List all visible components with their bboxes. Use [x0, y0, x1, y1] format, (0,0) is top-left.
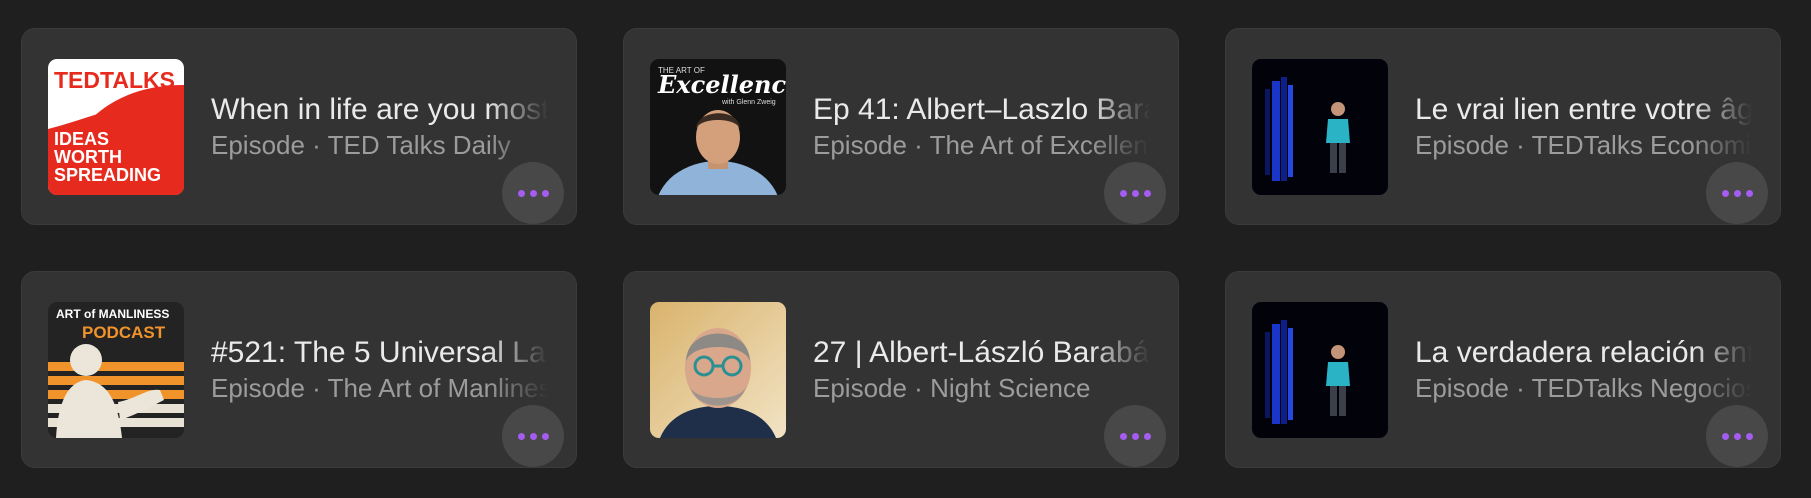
speaker-on-stage-artwork — [1252, 59, 1388, 195]
ellipsis-icon — [1119, 189, 1151, 197]
ellipsis-icon — [1721, 189, 1753, 197]
ellipsis-icon — [1119, 432, 1151, 440]
ellipsis-icon — [517, 432, 549, 440]
episode-title: 27 | Albert-László Barabási — [813, 336, 1150, 369]
episode-text: #521: The 5 Universal Laws of Success Ep… — [211, 335, 548, 405]
episode-card[interactable]: Le vrai lien entre votre âge et votre su… — [1225, 28, 1781, 225]
episode-subtitle: Episode · The Art of Excellence — [813, 130, 1150, 160]
episode-text: Le vrai lien entre votre âge et votre su… — [1415, 92, 1752, 162]
svg-text:PODCAST: PODCAST — [82, 323, 166, 342]
more-options-button[interactable] — [502, 405, 564, 467]
episode-card[interactable]: THE ART OF Excellence with Glenn Zweig E… — [623, 28, 1179, 225]
episode-title: La verdadera relación entre la edad y el… — [1415, 336, 1752, 369]
episode-title: When in life are you most productive? — [211, 93, 548, 126]
episode-title: #521: The 5 Universal Laws of Success — [211, 336, 548, 369]
episode-text: When in life are you most productive? Ep… — [211, 92, 548, 162]
more-options-button[interactable] — [1706, 405, 1768, 467]
ellipsis-icon — [1721, 432, 1753, 440]
svg-text:SPREADING: SPREADING — [54, 165, 161, 185]
episode-subtitle: Episode · The Art of Manliness — [211, 373, 548, 403]
episode-card[interactable]: 27 | Albert-László Barabási Episode · Ni… — [623, 271, 1179, 468]
more-options-button[interactable] — [502, 162, 564, 224]
episode-title: Le vrai lien entre votre âge et votre su… — [1415, 93, 1752, 126]
brand-text: TEDTALKS — [54, 67, 175, 93]
ted-talks-artwork: TEDTALKS IDEAS WORTH SPREADING — [48, 59, 184, 195]
speaker-on-stage-artwork — [1252, 302, 1388, 438]
svg-text:with Glenn Zweig: with Glenn Zweig — [721, 99, 776, 106]
portrait-artwork — [650, 302, 786, 438]
more-options-button[interactable] — [1104, 405, 1166, 467]
episode-card[interactable]: La verdadera relación entre la edad y el… — [1225, 271, 1781, 468]
episode-card[interactable]: ART of MANLINESS PODCAST #521: The 5 Uni… — [21, 271, 577, 468]
svg-text:ART of MANLINESS: ART of MANLINESS — [56, 307, 169, 321]
art-of-manliness-artwork: ART of MANLINESS PODCAST — [48, 302, 184, 438]
art-of-excellence-artwork: THE ART OF Excellence with Glenn Zweig — [650, 59, 786, 195]
svg-text:IDEAS: IDEAS — [54, 129, 109, 149]
more-options-button[interactable] — [1104, 162, 1166, 224]
episode-subtitle: Episode · Night Science — [813, 373, 1091, 403]
episode-subtitle: Episode · TEDTalks Economie — [1415, 130, 1752, 160]
episode-subtitle: Episode · TEDTalks Negocios — [1415, 373, 1752, 403]
episode-grid: TEDTALKS IDEAS WORTH SPREADING When in l… — [21, 28, 1781, 468]
ellipsis-icon — [517, 189, 549, 197]
svg-text:Excellence: Excellence — [657, 70, 786, 99]
episode-subtitle: Episode · TED Talks Daily — [211, 130, 511, 160]
episode-text: Ep 41: Albert–Laszlo Barabasi Episode · … — [813, 92, 1150, 162]
episode-text: 27 | Albert-László Barabási Episode · Ni… — [813, 335, 1150, 405]
episode-title: Ep 41: Albert–Laszlo Barabasi — [813, 93, 1150, 126]
svg-text:WORTH: WORTH — [54, 147, 122, 167]
episode-text: La verdadera relación entre la edad y el… — [1415, 335, 1752, 405]
episode-card[interactable]: TEDTALKS IDEAS WORTH SPREADING When in l… — [21, 28, 577, 225]
more-options-button[interactable] — [1706, 162, 1768, 224]
